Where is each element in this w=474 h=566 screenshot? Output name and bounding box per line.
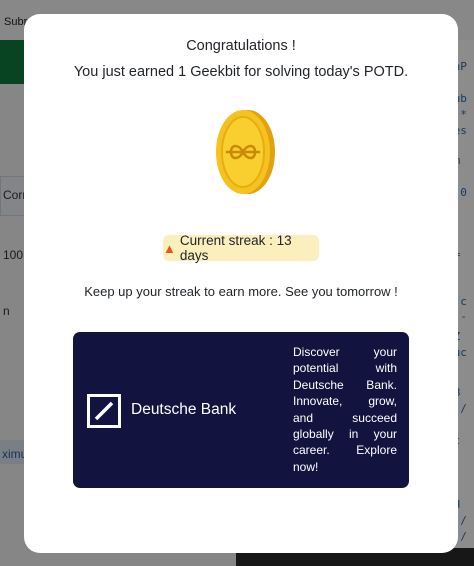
flame-icon: ▲ [163, 240, 176, 256]
deutsche-bank-logo [87, 394, 121, 428]
deutsche-bank-ad[interactable]: Deutsche Bank Discover your potential wi… [73, 332, 409, 488]
ad-body-text: Discover your potential with Deutsche Ba… [293, 345, 397, 474]
streak-badge: ▲ Current streak : 13 days [163, 233, 319, 263]
geekbit-coin-icon [216, 110, 275, 194]
modal-title: Congratulations ! [186, 38, 296, 54]
streak-text: Current streak : 13 days [179, 233, 292, 263]
ad-brand-name: Deutsche Bank [131, 401, 237, 418]
modal-subtitle: You just earned 1 Geekbit for solving to… [73, 64, 409, 80]
potd-success-modal: Congratulations ! You just earned 1 Geek… [24, 14, 458, 553]
streak-message: Keep up your streak to earn more. See yo… [84, 284, 398, 299]
